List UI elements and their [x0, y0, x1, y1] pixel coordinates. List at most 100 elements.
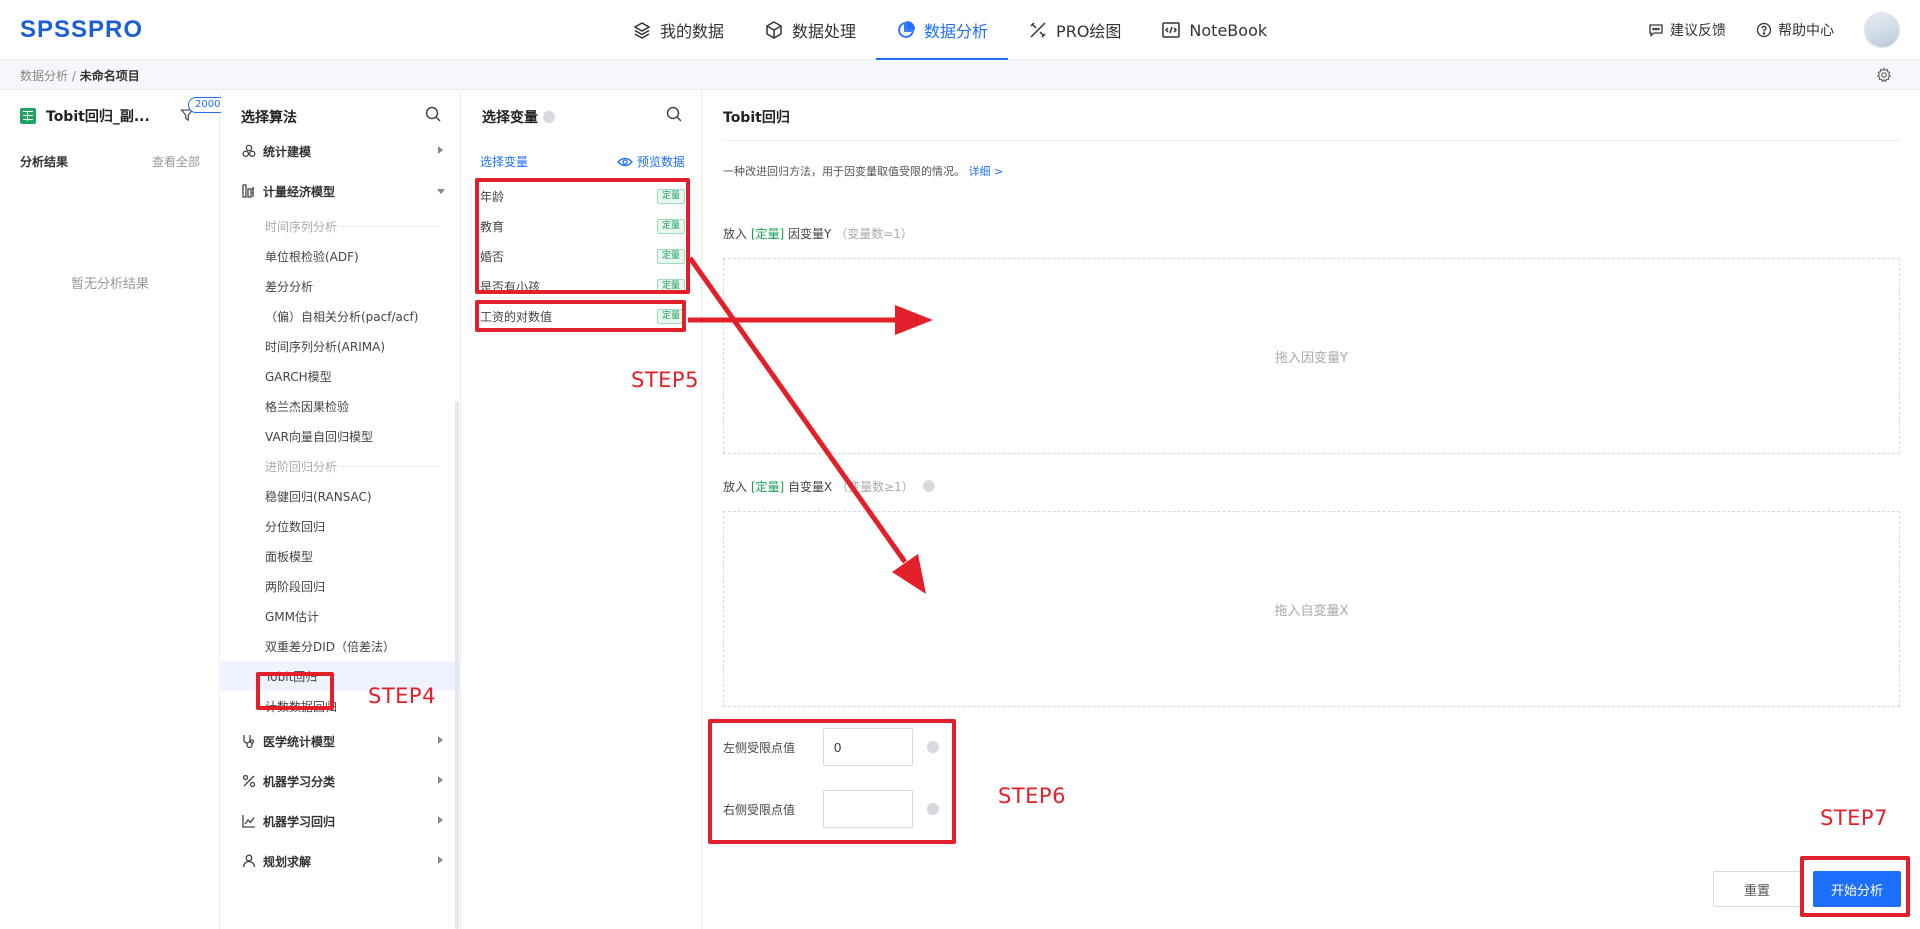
file-name: Tobit回归_副... [46, 109, 150, 125]
step7-label: STEP7 [1820, 806, 1888, 830]
search-icon[interactable] [665, 105, 683, 123]
nav-label: NoteBook [1189, 20, 1268, 40]
scrollbar[interactable] [455, 401, 459, 929]
info-icon[interactable] [922, 480, 935, 492]
chevron-right-icon [438, 736, 443, 744]
info-icon[interactable] [543, 111, 555, 123]
top-right-actions: 建议反馈 帮助中心 [1648, 0, 1900, 60]
step4-label: STEP4 [368, 684, 436, 708]
nav-label: PRO绘图 [1056, 22, 1122, 41]
help-link[interactable]: 帮助中心 [1756, 20, 1834, 40]
category-label: 机器学习分类 [263, 774, 336, 789]
breadcrumb-current: 未命名项目 [79, 69, 140, 83]
view-all-link[interactable]: 查看全部 [152, 153, 200, 170]
algo-granger[interactable]: 格兰杰因果检验 [221, 391, 461, 421]
pie-chart-icon [898, 21, 915, 38]
gear-icon[interactable] [1876, 67, 1892, 83]
nav-data-analysis[interactable]: 数据分析 [876, 0, 1009, 60]
circles-icon [242, 144, 256, 158]
project-panel: Tobit回归_副... 2000 分析结果 查看全部 暂无分析结果 [0, 91, 228, 929]
zone-tag: [定量] [750, 480, 785, 494]
category-ml-regression[interactable]: 机器学习回归 [221, 801, 461, 841]
category-stat-modeling[interactable]: 统计建模 [221, 131, 461, 171]
independent-drop-zone[interactable]: 拖入自变量X [723, 511, 1900, 707]
step5-highlight-box-main [475, 178, 690, 294]
category-label: 统计建模 [263, 144, 312, 159]
algo-difference[interactable]: 差分分析 [221, 271, 461, 301]
chat-icon [1649, 24, 1663, 37]
zone-name: 自变量X [788, 480, 833, 494]
stethoscope-icon [243, 735, 255, 749]
algo-acf-pacf[interactable]: （偏）自相关分析(pacf/acf) [221, 301, 461, 331]
logo[interactable]: SPSSPRO [20, 16, 143, 44]
nav-notebook[interactable]: NoteBook [1141, 0, 1287, 60]
dependent-drop-zone[interactable]: 拖入因变量Y [723, 258, 1900, 454]
algo-garch[interactable]: GARCH模型 [221, 361, 461, 391]
method-description: 一种改进回归方法，用于因变量取值受限的情况。 详细 > [723, 163, 1003, 179]
variable-panel-title-text: 选择变量 [482, 110, 538, 126]
drop-placeholder: 拖入自变量X [1274, 603, 1349, 619]
algo-adf[interactable]: 单位根检验(ADF) [221, 241, 461, 271]
bars-icon [242, 184, 254, 198]
step5-label: STEP5 [631, 368, 699, 392]
chevron-right-icon [438, 146, 443, 154]
step7-highlight-box [1800, 856, 1910, 917]
algo-two-stage[interactable]: 两阶段回归 [221, 571, 461, 601]
variable-tab-row: 选择变量 预览数据 [480, 153, 685, 170]
tab-select-variables[interactable]: 选择变量 [480, 153, 528, 170]
detail-link[interactable]: 详细 > [969, 165, 1004, 178]
zone-prefix: 放入 [723, 227, 748, 241]
category-label: 医学统计模型 [263, 734, 336, 749]
nav-data-processing[interactable]: 数据处理 [744, 0, 876, 60]
chevron-down-icon [437, 189, 445, 194]
feedback-link[interactable]: 建议反馈 [1648, 20, 1726, 40]
algo-did[interactable]: 双重差分DID（倍差法） [221, 631, 461, 661]
feedback-label: 建议反馈 [1670, 23, 1726, 39]
algo-gmm[interactable]: GMM估计 [221, 601, 461, 631]
zone-prefix: 放入 [723, 480, 748, 494]
zone-count: （变量数≥1） [836, 480, 914, 494]
category-label: 规划求解 [263, 854, 312, 869]
category-medical[interactable]: 医学统计模型 [221, 721, 461, 761]
preview-data-link[interactable]: 预览数据 [617, 153, 685, 170]
category-planning[interactable]: 规划求解 [221, 841, 461, 881]
help-label: 帮助中心 [1778, 23, 1834, 39]
step4-highlight-box [256, 672, 334, 710]
category-ml-classification[interactable]: 机器学习分类 [221, 761, 461, 801]
search-icon[interactable] [424, 105, 442, 123]
variable-panel-title: 选择变量 [482, 107, 555, 127]
code-icon [1162, 22, 1181, 38]
algo-ransac[interactable]: 稳健回归(RANSAC) [221, 481, 461, 511]
algo-arima[interactable]: 时间序列分析(ARIMA) [221, 331, 461, 361]
zone-name: 因变量Y [788, 227, 832, 241]
algo-var[interactable]: VAR向量自回归模型 [221, 421, 461, 451]
chevron-right-icon [438, 856, 443, 864]
pen-ruler-icon [1030, 22, 1046, 38]
algorithm-list: 统计建模 计量经济模型 时间序列分析 单位根检验(ADF) 差分分析 （偏）自相… [221, 131, 461, 881]
percent-icon [242, 774, 256, 788]
subgroup-advanced-regression: 进阶回归分析 [221, 451, 461, 481]
avatar[interactable] [1864, 12, 1900, 48]
layers-icon [633, 22, 651, 39]
zone-count: （变量数=1） [835, 227, 913, 241]
step6-label: STEP6 [998, 784, 1066, 808]
breadcrumb-parent[interactable]: 数据分析 / [20, 69, 76, 83]
algo-quantile[interactable]: 分位数回归 [221, 511, 461, 541]
independent-label: 放入 [定量] 自变量X （变量数≥1） [723, 478, 935, 495]
main-nav: 我的数据 数据处理 数据分析 PRO绘图 NoteBook [612, 0, 1287, 60]
spreadsheet-icon [20, 108, 36, 124]
results-title: 分析结果 [20, 155, 69, 169]
category-econometric[interactable]: 计量经济模型 [221, 171, 461, 211]
reset-button[interactable]: 重置 [1713, 871, 1801, 907]
description-text: 一种改进回归方法，用于因变量取值受限的情况。 [723, 165, 965, 178]
person-icon [242, 854, 256, 868]
line-chart-icon [242, 815, 255, 828]
breadcrumb: 数据分析 / 未命名项目 [20, 67, 140, 84]
algo-panel[interactable]: 面板模型 [221, 541, 461, 571]
nav-pro-drawing[interactable]: PRO绘图 [1008, 0, 1141, 60]
nav-label: 我的数据 [660, 22, 725, 41]
cube-icon [766, 21, 782, 39]
breadcrumb-bar: 数据分析 / 未命名项目 [0, 60, 1920, 90]
nav-my-data[interactable]: 我的数据 [612, 0, 744, 60]
eye-icon [617, 157, 633, 166]
